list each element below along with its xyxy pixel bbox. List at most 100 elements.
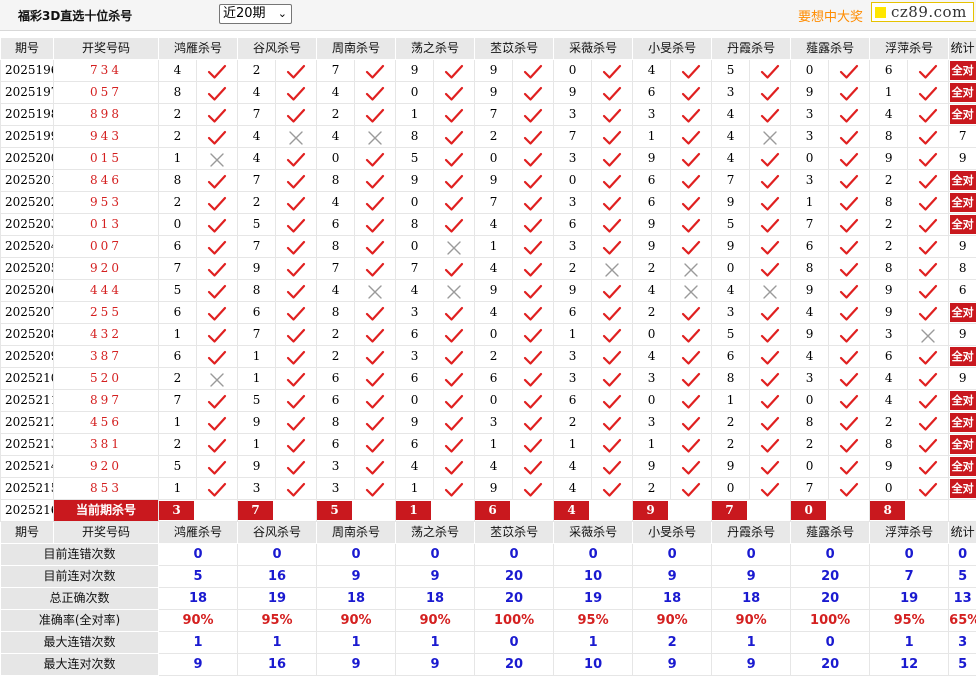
result-mark-cell <box>434 302 475 324</box>
check-icon <box>355 438 395 454</box>
col-header-expert[interactable]: 丹霞杀号 <box>712 522 791 544</box>
kill-number-cell: 2 <box>633 302 671 324</box>
issue-cell: 2025208 <box>1 324 54 346</box>
result-mark-cell <box>750 82 791 104</box>
col-header-expert[interactable]: 谷风杀号 <box>238 38 317 60</box>
result-mark-cell <box>276 324 317 346</box>
check-icon <box>434 218 474 234</box>
result-mark-cell <box>197 236 238 258</box>
col-header-expert[interactable]: 苤苡杀号 <box>475 522 554 544</box>
check-icon <box>829 218 869 234</box>
check-icon <box>671 350 711 366</box>
kill-number-cell: 5 <box>712 214 750 236</box>
summary-value: 1 <box>554 632 633 654</box>
col-header-expert[interactable]: 鸿雁杀号 <box>159 38 238 60</box>
issue-cell: 2025202 <box>1 192 54 214</box>
site-logo[interactable]: cz89.com <box>871 2 974 22</box>
check-icon <box>197 262 237 278</box>
result-mark-cell <box>592 280 633 302</box>
result-mark-cell <box>355 368 396 390</box>
check-icon <box>197 350 237 366</box>
kill-number-cell: 2 <box>159 368 197 390</box>
col-header-issue: 期号 <box>1 38 54 60</box>
col-header-expert[interactable]: 荡之杀号 <box>396 522 475 544</box>
kill-number-cell: 3 <box>238 478 276 500</box>
check-icon <box>197 64 237 80</box>
draw-number-cell: 920 <box>54 258 159 280</box>
col-header-expert[interactable]: 鸿雁杀号 <box>159 522 238 544</box>
result-mark-cell <box>513 148 554 170</box>
col-header-stat: 统计 <box>949 38 976 60</box>
summary-value: 20 <box>791 566 870 588</box>
result-mark-cell <box>829 390 870 412</box>
summary-value: 0 <box>791 544 870 566</box>
summary-row: 目前连错次数00000000000 <box>1 544 976 566</box>
check-icon <box>908 152 948 168</box>
result-mark-cell <box>750 236 791 258</box>
result-mark-cell <box>908 434 949 456</box>
kill-number-cell: 9 <box>554 82 592 104</box>
all-correct-badge: 全对 <box>950 391 976 410</box>
result-mark-cell <box>592 478 633 500</box>
check-icon <box>276 108 316 124</box>
result-mark-cell <box>908 192 949 214</box>
result-mark-cell <box>750 258 791 280</box>
kill-number-cell: 1 <box>159 412 197 434</box>
kill-number-cell: 2 <box>159 192 197 214</box>
col-header-expert[interactable]: 周南杀号 <box>317 522 396 544</box>
cross-icon <box>750 130 790 146</box>
result-mark-cell <box>513 192 554 214</box>
result-mark-cell <box>276 346 317 368</box>
draw-number-cell: 444 <box>54 280 159 302</box>
promo-text[interactable]: 要想中大奖 <box>798 6 863 25</box>
col-header-expert[interactable]: 小旻杀号 <box>633 522 712 544</box>
result-mark-cell <box>592 104 633 126</box>
col-header-expert[interactable]: 丹霞杀号 <box>712 38 791 60</box>
draw-number-cell: 456 <box>54 412 159 434</box>
result-mark-cell <box>197 148 238 170</box>
summary-label: 最大连对次数 <box>1 654 159 676</box>
col-header-expert[interactable]: 谷风杀号 <box>238 522 317 544</box>
table-row: 20251988982721733434全对 <box>1 104 976 126</box>
result-mark-cell <box>197 280 238 302</box>
all-correct-badge: 全对 <box>950 303 976 322</box>
col-header-expert[interactable]: 薤露杀号 <box>791 38 870 60</box>
check-icon <box>750 416 790 432</box>
kill-number-cell: 4 <box>791 302 829 324</box>
result-mark-cell <box>592 82 633 104</box>
kill-number-cell: 2 <box>554 258 592 280</box>
col-header-expert[interactable]: 小旻杀号 <box>633 38 712 60</box>
result-mark-cell <box>355 214 396 236</box>
kill-number-cell: 8 <box>870 192 908 214</box>
col-header-expert[interactable]: 采薇杀号 <box>554 38 633 60</box>
kill-number-cell: 0 <box>396 390 434 412</box>
kill-number-cell: 9 <box>712 236 750 258</box>
table-row: 202520843217260105939 <box>1 324 976 346</box>
result-mark-cell <box>750 126 791 148</box>
check-icon <box>829 240 869 256</box>
kill-number-cell: 6 <box>870 60 908 82</box>
stat-cell: 全对 <box>949 346 976 368</box>
col-header-expert[interactable]: 苤苡杀号 <box>475 38 554 60</box>
result-mark-cell <box>750 302 791 324</box>
period-select[interactable]: 近20期 ⌄ <box>219 4 292 24</box>
result-mark-cell <box>908 456 949 478</box>
result-mark-cell <box>750 412 791 434</box>
kill-number-cell: 2 <box>159 126 197 148</box>
col-header-expert[interactable]: 浮萍杀号 <box>870 522 949 544</box>
summary-value: 9 <box>396 654 475 676</box>
result-mark-cell <box>908 104 949 126</box>
result-mark-cell <box>197 258 238 280</box>
stat-cell: 全对 <box>949 192 976 214</box>
kill-number-cell: 9 <box>475 82 513 104</box>
kill-number-cell: 9 <box>554 280 592 302</box>
col-header-expert[interactable]: 薤露杀号 <box>791 522 870 544</box>
col-header-expert[interactable]: 采薇杀号 <box>554 522 633 544</box>
col-header-expert[interactable]: 荡之杀号 <box>396 38 475 60</box>
col-header-expert[interactable]: 浮萍杀号 <box>870 38 949 60</box>
result-mark-cell <box>355 390 396 412</box>
col-header-expert[interactable]: 周南杀号 <box>317 38 396 60</box>
all-correct-badge: 全对 <box>950 193 976 212</box>
kill-number-cell: 4 <box>633 280 671 302</box>
kill-number-cell: 8 <box>870 258 908 280</box>
